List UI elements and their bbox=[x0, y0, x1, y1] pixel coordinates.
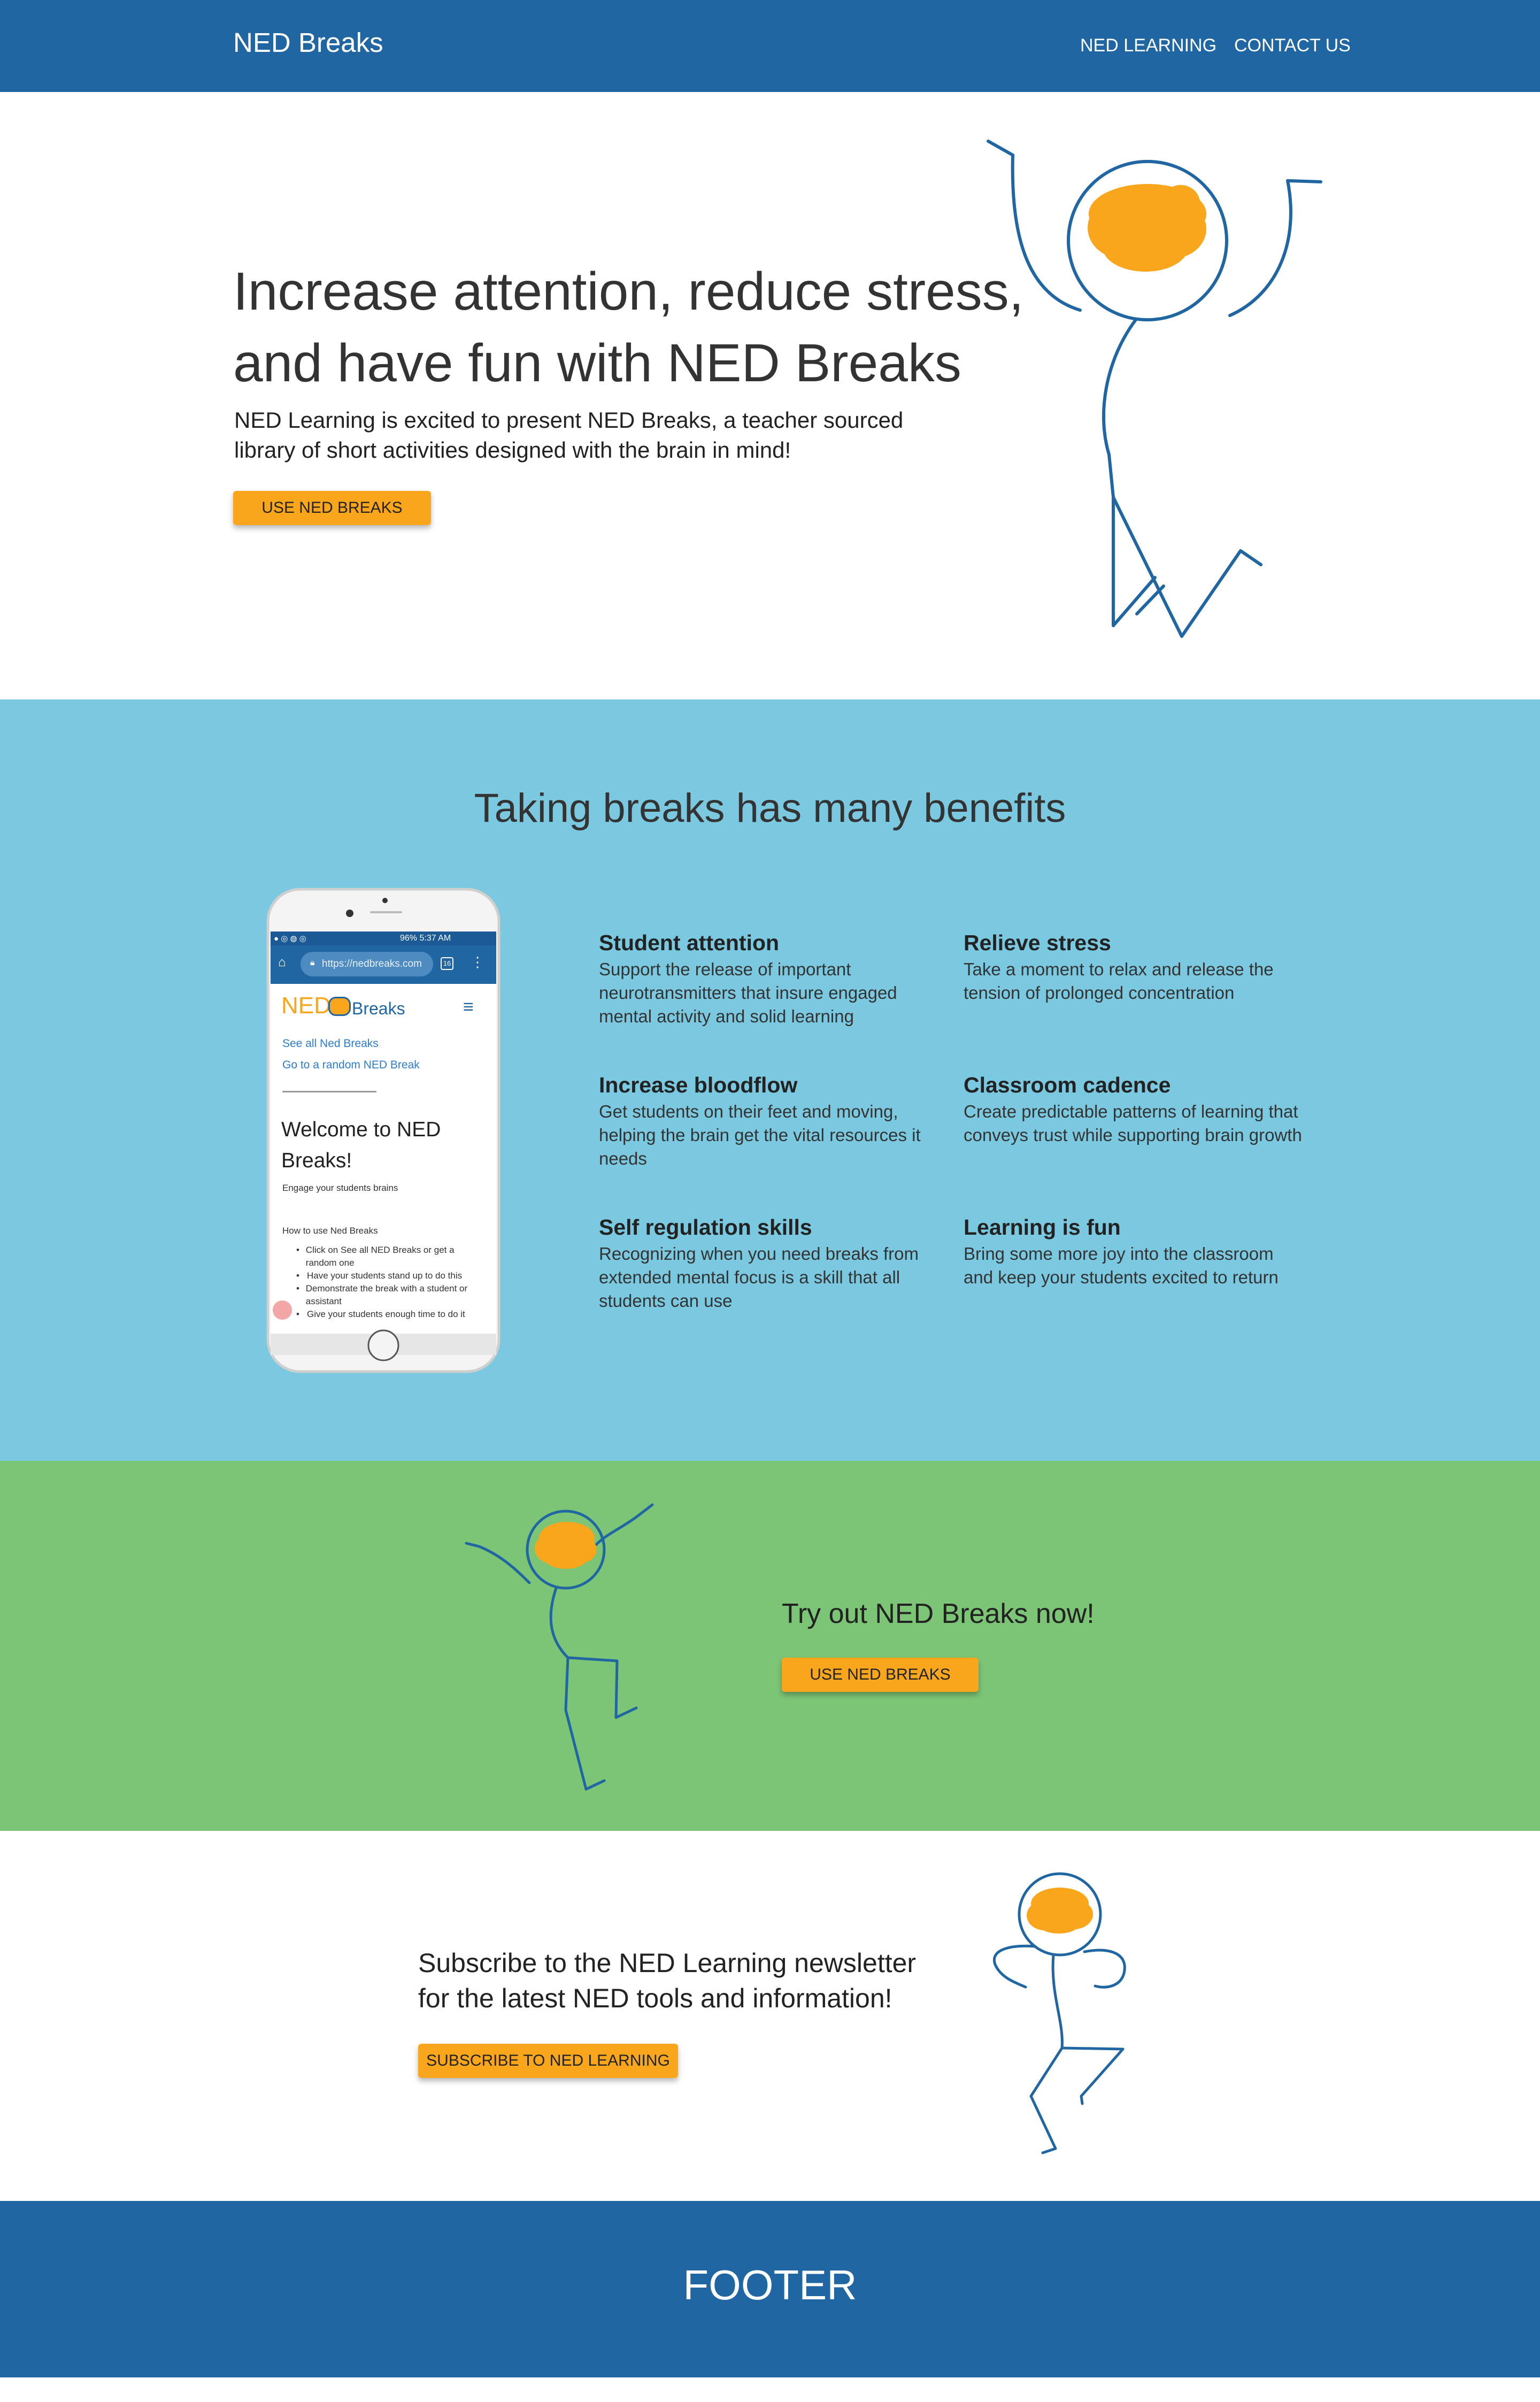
benefit-text: Take a moment to relax and release the t… bbox=[964, 959, 1274, 1003]
hero-subtitle: NED Learning is excited to present NED B… bbox=[234, 407, 904, 463]
try-section bbox=[0, 1461, 1540, 1831]
hero-use-ned-breaks-button[interactable]: USE NED BREAKS bbox=[233, 491, 431, 525]
phone-logo-ned: NED bbox=[281, 992, 331, 1019]
list-item: • Have your students stand up to do this bbox=[296, 1271, 463, 1281]
status-right: 96% 5:37 AM bbox=[400, 934, 451, 943]
hero-title: Increase attention, reduce stress, and h… bbox=[233, 261, 1024, 393]
benefit-text: Support the release of important neurotr… bbox=[599, 959, 897, 1026]
list-item: • Click on See all NED Breaks or get a ra… bbox=[296, 1245, 455, 1268]
benefit-classroom-cadence: Classroom cadence Create predictable pat… bbox=[964, 1073, 1306, 1147]
phone-mockup: ● ◎ ◍ ◎ 96% 5:37 AM ⌂ 🔒︎ https://nedbrea… bbox=[266, 888, 500, 1373]
floating-record-icon[interactable] bbox=[273, 1300, 292, 1320]
phone-welcome-heading: Welcome to NED Breaks! bbox=[281, 1118, 441, 1172]
nav-link-contact-us[interactable]: CONTACT US bbox=[1234, 35, 1351, 56]
benefit-text: Bring some more joy into the classroom a… bbox=[964, 1244, 1279, 1287]
list-item: • Demonstrate the break with a student or… bbox=[296, 1283, 468, 1306]
home-icon[interactable]: ⌂ bbox=[278, 955, 286, 970]
benefit-text: Create predictable patterns of learning … bbox=[964, 1102, 1302, 1145]
url-lock-icon: 🔒︎ bbox=[310, 958, 315, 967]
brand-logo-link[interactable]: NED Breaks bbox=[233, 27, 383, 58]
phone-divider bbox=[282, 1091, 376, 1092]
footer-text: FOOTER bbox=[683, 2261, 857, 2308]
benefits-title: Taking breaks has many benefits bbox=[474, 786, 1066, 831]
benefit-title: Learning is fun bbox=[964, 1215, 1121, 1240]
phone-howto-list: • Click on See all NED Breaks or get a ra… bbox=[296, 1244, 483, 1321]
phone-link-see-all[interactable]: See all Ned Breaks bbox=[282, 1037, 379, 1050]
tab-count-icon[interactable]: 16 bbox=[441, 957, 453, 970]
benefit-learning-is-fun: Learning is fun Bring some more joy into… bbox=[964, 1215, 1306, 1289]
status-icons: ● ◎ ◍ ◎ bbox=[274, 934, 306, 943]
benefit-increase-bloodflow: Increase bloodflow Get students on their… bbox=[599, 1073, 941, 1171]
nav-link-ned-learning[interactable]: NED LEARNING bbox=[1080, 35, 1216, 56]
try-use-ned-breaks-button[interactable]: USE NED BREAKS bbox=[782, 1658, 979, 1692]
brain-logo-icon bbox=[328, 997, 351, 1016]
benefit-relieve-stress: Relieve stress Take a moment to relax an… bbox=[964, 930, 1306, 1005]
benefit-title: Student attention bbox=[599, 930, 780, 955]
browser-menu-icon[interactable]: ⋮ bbox=[471, 954, 484, 971]
subscribe-title: Subscribe to the NED Learning newsletter… bbox=[418, 1948, 917, 2013]
benefit-student-attention: Student attention Support the release of… bbox=[599, 930, 941, 1028]
hamburger-menu-icon[interactable]: ≡ bbox=[463, 997, 474, 1018]
benefit-title: Relieve stress bbox=[964, 930, 1111, 955]
try-title: Try out NED Breaks now! bbox=[782, 1598, 1095, 1629]
subscribe-button[interactable]: SUBSCRIBE TO NED LEARNING bbox=[418, 2044, 678, 2078]
benefit-text: Get students on their feet and moving, h… bbox=[599, 1102, 921, 1168]
phone-howto-title: How to use Ned Breaks bbox=[282, 1226, 378, 1236]
benefit-title: Increase bloodflow bbox=[599, 1073, 798, 1097]
benefit-text: Recognizing when you need breaks from ex… bbox=[599, 1244, 919, 1311]
jumping-brain-figure-illustration bbox=[987, 140, 1322, 638]
benefit-title: Classroom cadence bbox=[964, 1073, 1171, 1097]
dancing-brain-figure-illustration bbox=[465, 1503, 654, 1791]
browser-url-bar[interactable]: https://nedbreaks.com bbox=[322, 958, 422, 970]
phone-tagline: Engage your students brains bbox=[282, 1183, 398, 1193]
phone-link-random[interactable]: Go to a random NED Break bbox=[282, 1059, 420, 1072]
benefit-title: Self regulation skills bbox=[599, 1215, 812, 1240]
list-item: • Give your students enough time to do it bbox=[296, 1309, 465, 1319]
running-brain-figure-illustration bbox=[993, 1872, 1126, 2154]
phone-logo-breaks: Breaks bbox=[352, 999, 405, 1018]
benefit-self-regulation: Self regulation skills Recognizing when … bbox=[599, 1215, 941, 1313]
